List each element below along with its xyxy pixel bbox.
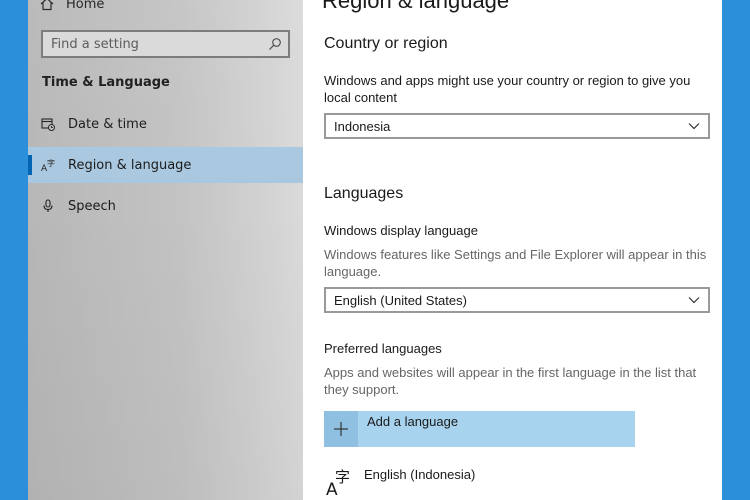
search-icon[interactable] bbox=[268, 37, 282, 51]
sidebar: Home Time & Language Date & ti bbox=[28, 0, 303, 500]
settings-window: Home Time & Language Date & ti bbox=[28, 0, 722, 500]
country-region-heading: Country or region bbox=[324, 35, 448, 52]
language-name: English (Indonesia) bbox=[364, 467, 476, 482]
language-glyph-icon: A 字 bbox=[324, 463, 364, 500]
language-list-item[interactable]: A 字 English (Indonesia) bbox=[324, 463, 476, 500]
microphone-icon bbox=[28, 199, 68, 213]
dropdown-value: English (United States) bbox=[334, 292, 467, 308]
home-label: Home bbox=[66, 0, 105, 12]
calendar-clock-icon bbox=[28, 117, 68, 131]
home-icon bbox=[40, 0, 54, 11]
sidebar-item-speech[interactable]: Speech bbox=[28, 188, 303, 224]
add-language-label: Add a language bbox=[367, 414, 459, 429]
svg-text:字: 字 bbox=[335, 468, 350, 486]
section-title: Time & Language bbox=[42, 75, 170, 90]
preferred-languages-description: Apps and websites will appear in the fir… bbox=[324, 365, 697, 397]
preferred-languages-label: Preferred languages bbox=[324, 341, 442, 356]
chevron-down-icon bbox=[688, 296, 700, 304]
sidebar-item-region-language[interactable]: A 字 Region & language bbox=[28, 147, 303, 183]
search-box[interactable] bbox=[41, 30, 290, 58]
add-language-button[interactable]: Add a language bbox=[324, 411, 635, 447]
sidebar-item-label: Region & language bbox=[68, 157, 192, 173]
country-region-dropdown[interactable]: Indonesia bbox=[324, 113, 710, 139]
page-title: Region & language bbox=[322, 0, 510, 13]
display-language-dropdown[interactable]: English (United States) bbox=[324, 287, 710, 313]
language-icon: A 字 bbox=[28, 158, 68, 172]
sidebar-item-label: Date & time bbox=[68, 116, 147, 132]
sidebar-item-date-time[interactable]: Date & time bbox=[28, 106, 303, 142]
home-nav-item[interactable]: Home bbox=[40, 0, 104, 16]
dropdown-value: Indonesia bbox=[334, 118, 391, 134]
main-panel: Region & language Country or region Wind… bbox=[303, 0, 722, 500]
plus-icon bbox=[324, 411, 358, 447]
display-language-label: Windows display language bbox=[324, 223, 478, 238]
search-input[interactable] bbox=[51, 36, 268, 52]
languages-heading: Languages bbox=[324, 185, 404, 202]
chevron-down-icon bbox=[688, 122, 700, 130]
sidebar-item-label: Speech bbox=[68, 198, 116, 214]
country-region-description: Windows and apps might use your country … bbox=[324, 73, 691, 105]
svg-text:字: 字 bbox=[47, 158, 55, 168]
display-language-description: Windows features like Settings and File … bbox=[324, 247, 707, 279]
